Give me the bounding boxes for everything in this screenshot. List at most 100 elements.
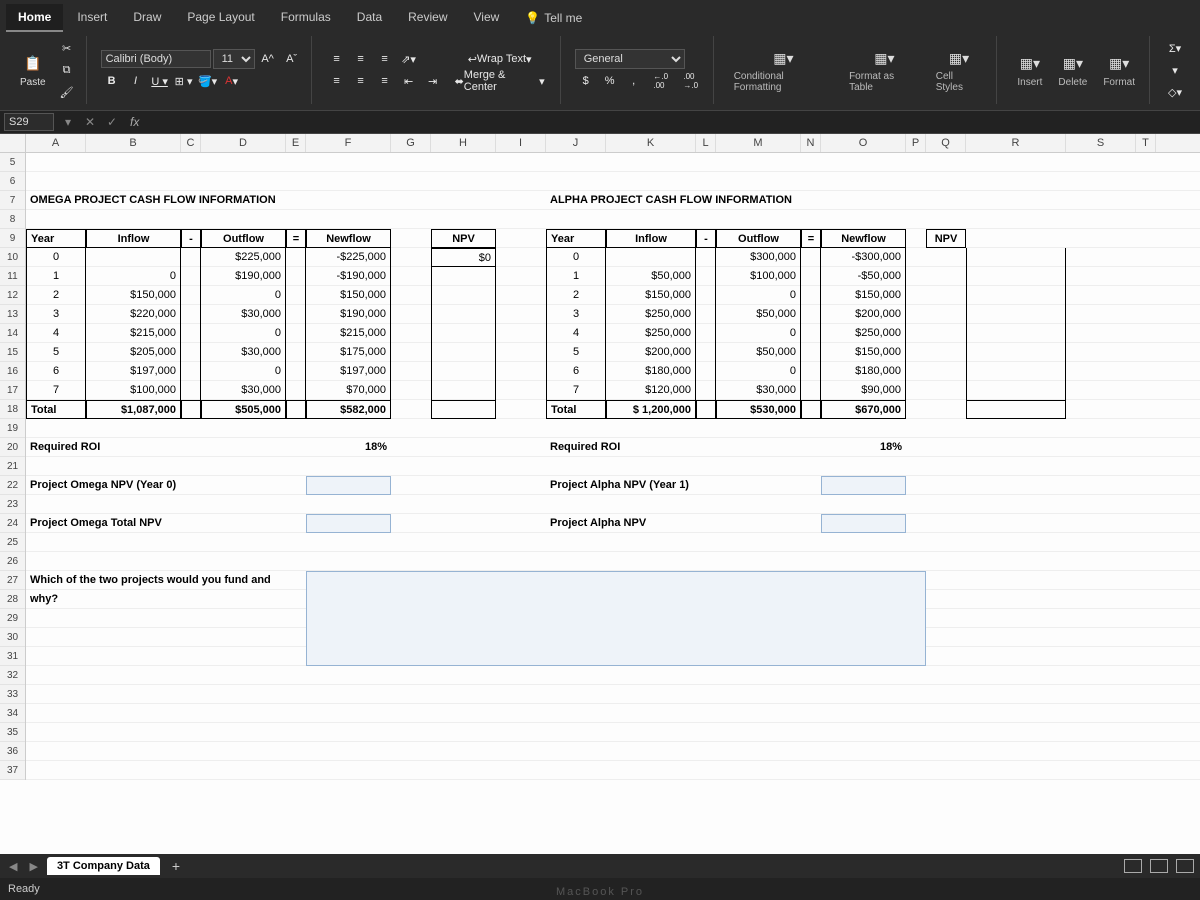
tab-draw[interactable]: Draw: [121, 4, 173, 32]
col-header-N[interactable]: N: [801, 134, 821, 152]
omega-inflow-5[interactable]: $205,000: [86, 343, 181, 362]
cell[interactable]: [966, 362, 1066, 381]
cell[interactable]: [696, 324, 716, 343]
omega-newflow-7[interactable]: $70,000: [306, 381, 391, 400]
row-header-12[interactable]: 12: [0, 286, 25, 305]
alpha-inflow-2[interactable]: $150,000: [606, 286, 696, 305]
font-size-select[interactable]: 11: [213, 49, 255, 69]
alpha-inflow-7[interactable]: $120,000: [606, 381, 696, 400]
orientation-button[interactable]: ⇗▾: [398, 49, 420, 69]
align-center-button[interactable]: ≡: [350, 71, 372, 91]
sheet-nav-next[interactable]: ▶: [26, 860, 40, 873]
row-header-9[interactable]: 9: [0, 229, 25, 248]
font-name-input[interactable]: [101, 50, 211, 68]
alpha-total-npv-label[interactable]: Project Alpha NPV: [546, 514, 821, 533]
alpha-outflow-1[interactable]: $100,000: [716, 267, 801, 286]
col-header-B[interactable]: B: [86, 134, 181, 152]
omega-outflow-0[interactable]: $225,000: [201, 248, 286, 267]
row-header-5[interactable]: 5: [0, 153, 25, 172]
row-header-6[interactable]: 6: [0, 172, 25, 191]
hdr-inflow[interactable]: Inflow: [86, 229, 181, 248]
cell[interactable]: [286, 362, 306, 381]
alpha-outflow-3[interactable]: $50,000: [716, 305, 801, 324]
omega-total-inflow[interactable]: $1,087,000: [86, 400, 181, 419]
hdr-year[interactable]: Year: [26, 229, 86, 248]
question-line2[interactable]: why?: [26, 590, 181, 609]
alpha-newflow-0[interactable]: -$300,000: [821, 248, 906, 267]
cell[interactable]: [181, 324, 201, 343]
cell[interactable]: [181, 248, 201, 267]
cell[interactable]: [286, 286, 306, 305]
hdr-outflow[interactable]: Outflow: [716, 229, 801, 248]
omega-title[interactable]: OMEGA PROJECT CASH FLOW INFORMATION: [26, 191, 496, 210]
sheet-tab-active[interactable]: 3T Company Data: [47, 857, 160, 875]
row-header-34[interactable]: 34: [0, 704, 25, 723]
row-header-23[interactable]: 23: [0, 495, 25, 514]
omega-inflow-2[interactable]: $150,000: [86, 286, 181, 305]
font-color-button[interactable]: A▾: [221, 71, 243, 91]
borders-button[interactable]: ⊞ ▾: [173, 71, 195, 91]
alpha-inflow-4[interactable]: $250,000: [606, 324, 696, 343]
row-header-7[interactable]: 7: [0, 191, 25, 210]
row-header-20[interactable]: 20: [0, 438, 25, 457]
row-header-19[interactable]: 19: [0, 419, 25, 438]
alpha-newflow-3[interactable]: $200,000: [821, 305, 906, 324]
omega-inflow-6[interactable]: $197,000: [86, 362, 181, 381]
alpha-outflow-6[interactable]: 0: [716, 362, 801, 381]
alpha-newflow-2[interactable]: $150,000: [821, 286, 906, 305]
col-header-E[interactable]: E: [286, 134, 306, 152]
col-header-Q[interactable]: Q: [926, 134, 966, 152]
omega-inflow-4[interactable]: $215,000: [86, 324, 181, 343]
alpha-inflow-6[interactable]: $180,000: [606, 362, 696, 381]
cell[interactable]: [801, 305, 821, 324]
row-header-36[interactable]: 36: [0, 742, 25, 761]
omega-inflow-0[interactable]: [86, 248, 181, 267]
cell[interactable]: [431, 400, 496, 419]
format-cells-button[interactable]: ▦▾ Format: [1097, 49, 1141, 92]
omega-inflow-7[interactable]: $100,000: [86, 381, 181, 400]
cell[interactable]: [966, 400, 1066, 419]
cell[interactable]: [696, 343, 716, 362]
cell[interactable]: [801, 400, 821, 419]
omega-year-2[interactable]: 2: [26, 286, 86, 305]
cell[interactable]: [286, 400, 306, 419]
omega-inflow-1[interactable]: 0: [86, 267, 181, 286]
tab-view[interactable]: View: [462, 4, 512, 32]
cell[interactable]: [801, 324, 821, 343]
format-as-table-button[interactable]: ▦▾ Format as Table: [843, 43, 926, 97]
col-header-I[interactable]: I: [496, 134, 546, 152]
hdr-newflow[interactable]: Newflow: [821, 229, 906, 248]
tab-review[interactable]: Review: [396, 4, 459, 32]
alpha-outflow-0[interactable]: $300,000: [716, 248, 801, 267]
alpha-total-inflow[interactable]: $ 1,200,000: [606, 400, 696, 419]
cell-styles-button[interactable]: ▦▾ Cell Styles: [930, 43, 989, 97]
merge-center-button[interactable]: ⬌ Merge & Center ▾: [448, 71, 552, 91]
format-painter-button[interactable]: 🖌: [56, 82, 78, 102]
cell[interactable]: [181, 400, 201, 419]
cell[interactable]: [696, 248, 716, 267]
col-header-G[interactable]: G: [391, 134, 431, 152]
hdr-eq[interactable]: =: [286, 229, 306, 248]
cell[interactable]: [431, 267, 496, 286]
omega-year-5[interactable]: 5: [26, 343, 86, 362]
hdr-newflow[interactable]: Newflow: [306, 229, 391, 248]
wrap-text-button[interactable]: ↩ Wrap Text ▾: [448, 49, 552, 69]
omega-outflow-2[interactable]: 0: [201, 286, 286, 305]
align-bottom-button[interactable]: ≡: [374, 49, 396, 69]
cell[interactable]: [431, 381, 496, 400]
cell[interactable]: [801, 267, 821, 286]
select-all-corner[interactable]: [0, 134, 26, 152]
alpha-total-outflow[interactable]: $530,000: [716, 400, 801, 419]
alpha-inflow-1[interactable]: $50,000: [606, 267, 696, 286]
alpha-newflow-7[interactable]: $90,000: [821, 381, 906, 400]
alpha-year-2[interactable]: 2: [546, 286, 606, 305]
row-header-14[interactable]: 14: [0, 324, 25, 343]
number-format-select[interactable]: General: [575, 49, 685, 69]
percent-button[interactable]: %: [599, 71, 621, 91]
align-middle-button[interactable]: ≡: [350, 49, 372, 69]
hdr-eq[interactable]: =: [801, 229, 821, 248]
cell[interactable]: [181, 267, 201, 286]
row-header-25[interactable]: 25: [0, 533, 25, 552]
enter-formula-button[interactable]: ✓: [104, 115, 120, 129]
italic-button[interactable]: I: [125, 71, 147, 91]
